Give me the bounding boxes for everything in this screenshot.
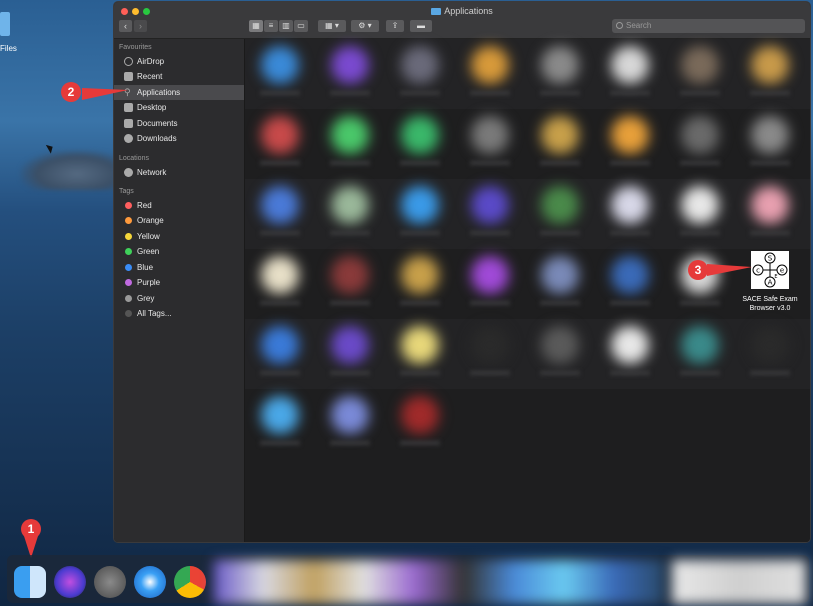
annotation-arrow-3	[707, 264, 752, 276]
launchpad-rocket-icon[interactable]	[94, 566, 126, 598]
siri-dock-icon[interactable]	[54, 566, 86, 598]
annotation-arrow-2	[82, 88, 128, 100]
annotation-arrows	[24, 88, 752, 558]
annotation-badge-3: 3	[688, 260, 708, 280]
safari-compass-icon[interactable]	[134, 566, 166, 598]
blurred-dock-files	[672, 560, 806, 604]
finder-dock-icon[interactable]	[14, 566, 46, 598]
blurred-dock-apps	[214, 560, 664, 604]
chrome-dock-icon[interactable]	[174, 566, 206, 598]
annotation-badge-2: 2	[61, 82, 81, 102]
annotation-badge-1: 1	[21, 519, 41, 539]
